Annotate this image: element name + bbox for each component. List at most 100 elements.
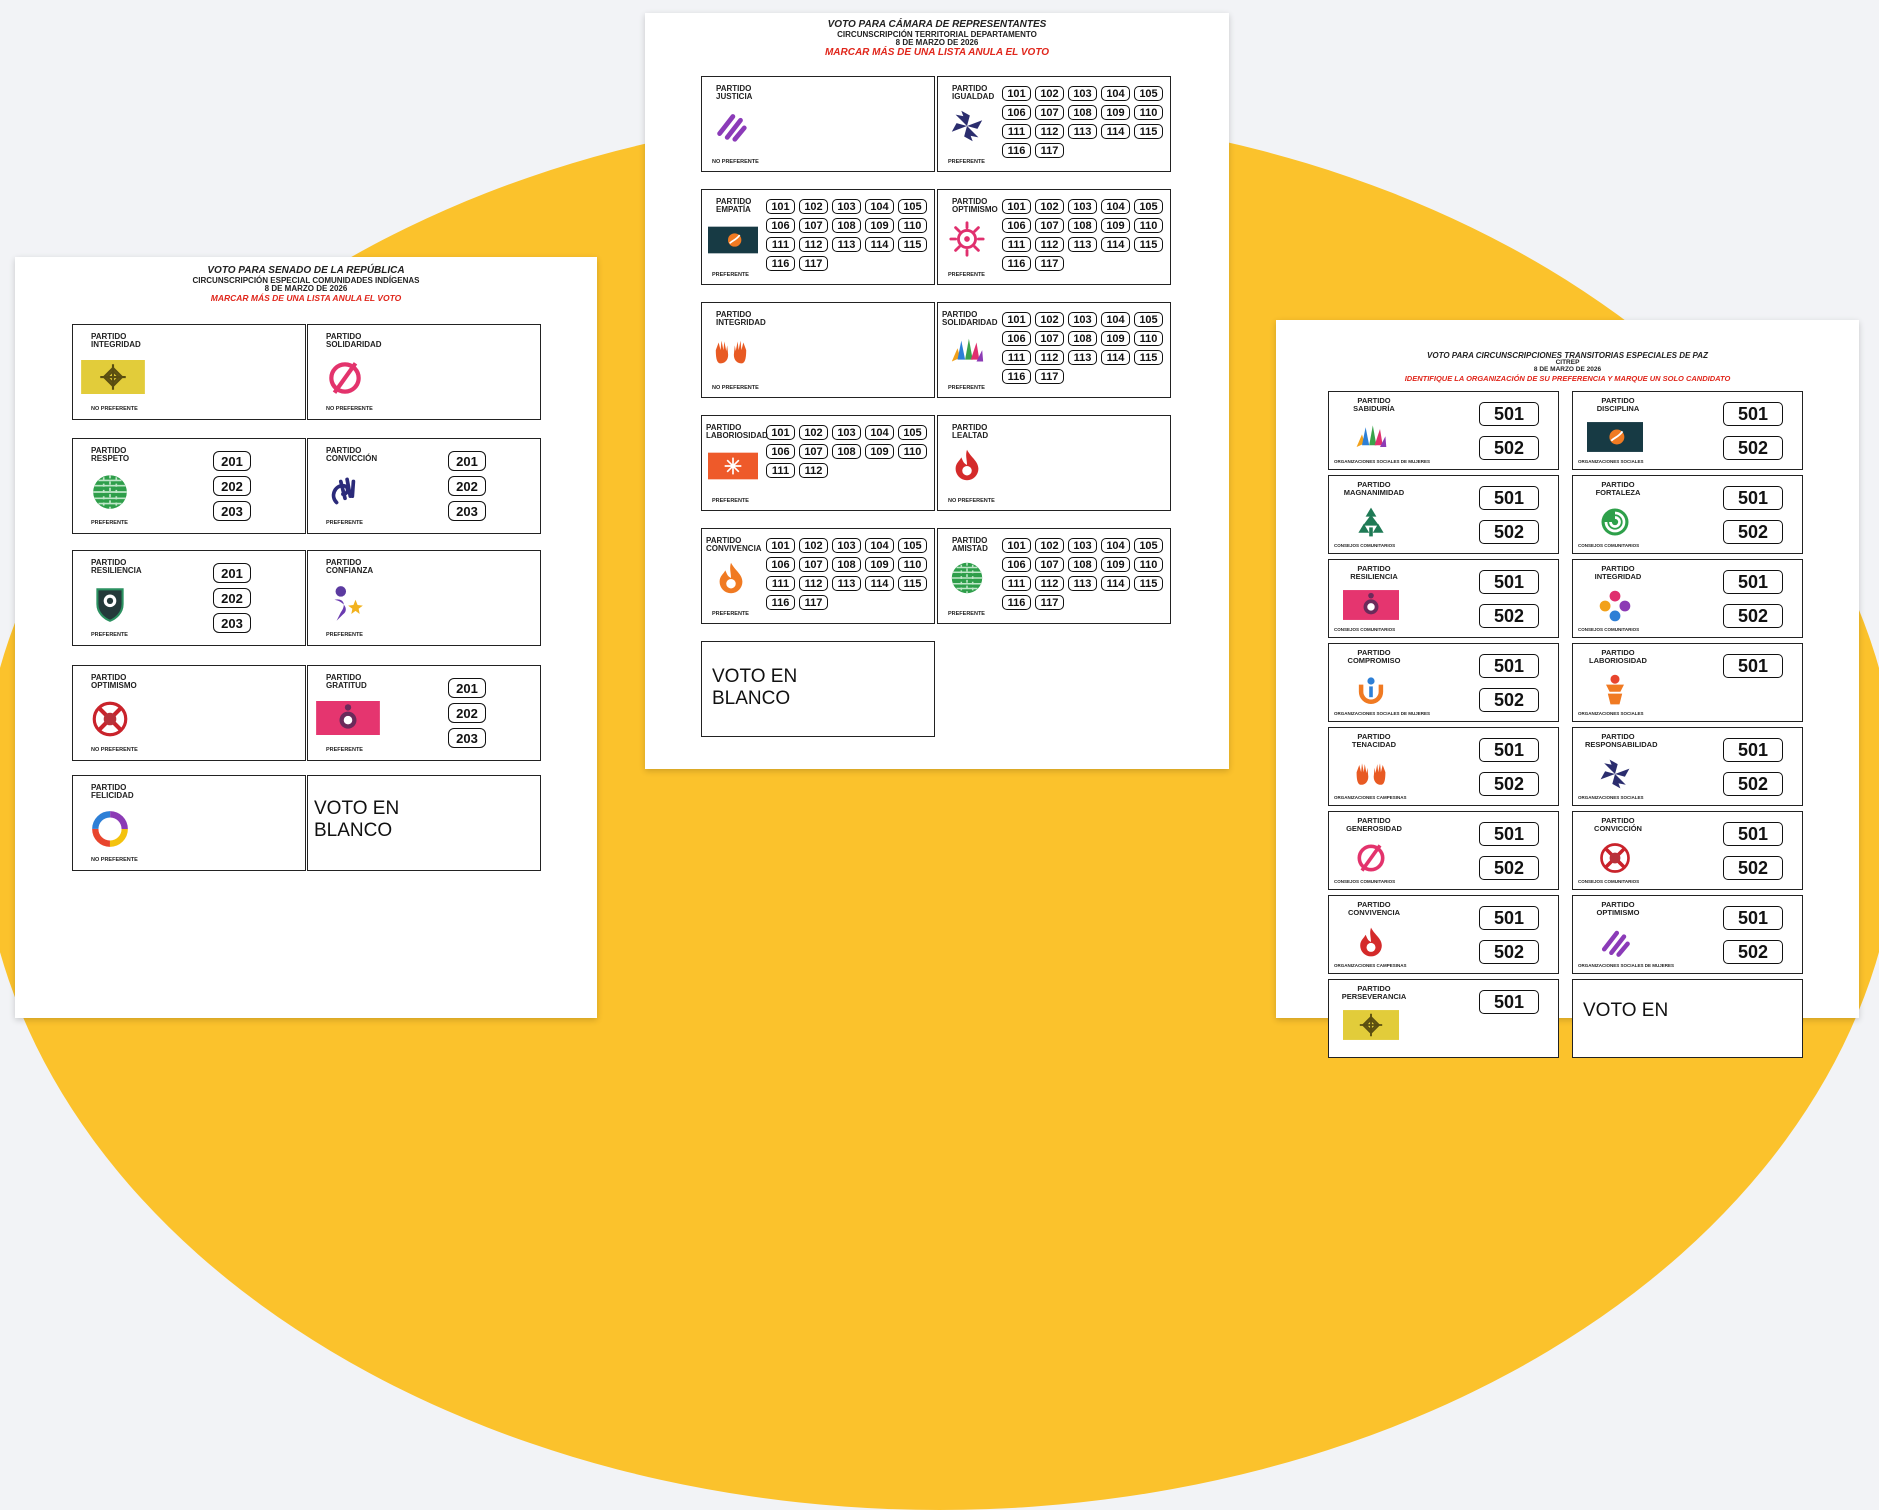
candidate-number[interactable]: 111 (766, 237, 795, 252)
candidate-number[interactable]: 101 (766, 199, 795, 214)
candidate-number[interactable]: 104 (1101, 86, 1130, 101)
candidate-number[interactable]: 105 (898, 425, 927, 440)
candidate-number[interactable]: 108 (832, 557, 861, 572)
candidate-number[interactable]: 115 (1134, 576, 1163, 591)
candidate-number[interactable]: 108 (1068, 105, 1097, 120)
candidate-number[interactable]: 110 (1134, 557, 1163, 572)
candidate-number[interactable]: 203 (448, 501, 486, 521)
candidate-number[interactable]: 104 (1101, 538, 1130, 553)
candidate-number[interactable]: 101 (766, 538, 795, 553)
blank-vote-card[interactable]: VOTO EN (1572, 979, 1803, 1058)
candidate-number[interactable]: 109 (1101, 105, 1130, 120)
candidate-number[interactable]: 117 (799, 595, 828, 610)
candidate-number[interactable]: 115 (1134, 350, 1163, 365)
candidate-number[interactable]: 111 (766, 463, 795, 478)
party-card[interactable]: PARTIDO CONVICCIÓN CONSEJOS COMUNITARIOS 50… (1572, 811, 1803, 890)
candidate-number[interactable]: 104 (1101, 312, 1130, 327)
candidate-number[interactable]: 502 (1479, 436, 1539, 460)
candidate-number[interactable]: 501 (1479, 486, 1539, 510)
candidate-number[interactable]: 501 (1479, 990, 1539, 1014)
party-card[interactable]: PARTIDO EMPATÍA PREFERENTE 101 102 103 104 105 1… (701, 189, 935, 285)
party-card[interactable]: PARTIDO CONVIVENCIA ORGANIZACIONES CAMPESI… (1328, 895, 1559, 974)
candidate-number[interactable]: 502 (1723, 772, 1783, 796)
candidate-number[interactable]: 110 (1134, 105, 1163, 120)
party-card[interactable]: PARTIDO SOLIDARIDAD NO PREFERENTE (307, 324, 541, 420)
candidate-number[interactable]: 106 (1002, 105, 1031, 120)
candidate-number[interactable]: 102 (799, 425, 828, 440)
candidate-number[interactable]: 111 (1002, 350, 1031, 365)
candidate-number[interactable]: 116 (766, 595, 795, 610)
blank-vote-card[interactable]: VOTO EN BLANCO (307, 775, 541, 871)
candidate-number[interactable]: 107 (1035, 331, 1064, 346)
candidate-number[interactable]: 103 (832, 425, 861, 440)
candidate-number[interactable]: 108 (832, 444, 861, 459)
candidate-number[interactable]: 203 (448, 728, 486, 748)
party-card[interactable]: PARTIDO FORTALEZA CONSEJOS COMUNITARIOS 501… (1572, 475, 1803, 554)
candidate-number[interactable]: 109 (1101, 218, 1130, 233)
candidate-number[interactable]: 102 (1035, 86, 1064, 101)
candidate-number[interactable]: 101 (1002, 199, 1031, 214)
party-card[interactable]: PARTIDO CONFIANZA PREFERENTE (307, 550, 541, 646)
candidate-number[interactable]: 502 (1723, 604, 1783, 628)
candidate-number[interactable]: 111 (766, 576, 795, 591)
candidate-number[interactable]: 501 (1479, 402, 1539, 426)
candidate-number[interactable]: 114 (1101, 237, 1130, 252)
candidate-number[interactable]: 104 (865, 425, 894, 440)
party-card[interactable]: PARTIDO LABORIOSIDAD ORGANIZACIONES SOCIAL… (1572, 643, 1803, 722)
candidate-number[interactable]: 201 (448, 678, 486, 698)
candidate-number[interactable]: 107 (1035, 218, 1064, 233)
candidate-number[interactable]: 203 (213, 501, 251, 521)
candidate-number[interactable]: 501 (1723, 654, 1783, 678)
candidate-number[interactable]: 109 (865, 444, 894, 459)
candidate-number[interactable]: 108 (832, 218, 861, 233)
candidate-number[interactable]: 115 (1134, 124, 1163, 139)
candidate-number[interactable]: 101 (1002, 538, 1031, 553)
party-card[interactable]: PARTIDO JUSTICIA NO PREFERENTE (701, 76, 935, 172)
candidate-number[interactable]: 106 (1002, 557, 1031, 572)
candidate-number[interactable]: 103 (1068, 199, 1097, 214)
party-card[interactable]: PARTIDO RESILIENCIA CONSEJOS COMUNITARIOS 5… (1328, 559, 1559, 638)
blank-vote-card[interactable]: VOTO EN BLANCO (701, 641, 935, 737)
candidate-number[interactable]: 502 (1479, 688, 1539, 712)
candidate-number[interactable]: 106 (766, 444, 795, 459)
party-card[interactable]: PARTIDO AMISTAD PREFERENTE 101 102 103 104 105 1… (937, 528, 1171, 624)
party-card[interactable]: PARTIDO CONVICCIÓN PREFERENTE 201 202 203 (307, 438, 541, 534)
candidate-number[interactable]: 106 (766, 557, 795, 572)
candidate-number[interactable]: 502 (1723, 520, 1783, 544)
candidate-number[interactable]: 110 (898, 218, 927, 233)
candidate-number[interactable]: 102 (799, 538, 828, 553)
candidate-number[interactable]: 114 (1101, 124, 1130, 139)
candidate-number[interactable]: 112 (1035, 350, 1064, 365)
candidate-number[interactable]: 501 (1723, 738, 1783, 762)
candidate-number[interactable]: 105 (898, 199, 927, 214)
party-card[interactable]: PARTIDO MAGNANIMIDAD CONSEJOS COMUNITARIOS… (1328, 475, 1559, 554)
candidate-number[interactable]: 111 (1002, 124, 1031, 139)
candidate-number[interactable]: 103 (832, 199, 861, 214)
candidate-number[interactable]: 110 (898, 557, 927, 572)
party-card[interactable]: PARTIDO OPTIMISMO NO PREFERENTE (72, 665, 306, 761)
candidate-number[interactable]: 113 (1068, 237, 1097, 252)
candidate-number[interactable]: 107 (799, 557, 828, 572)
party-card[interactable]: PARTIDO TENACIDAD ORGANIZACIONES CAMPESINA… (1328, 727, 1559, 806)
candidate-number[interactable]: 105 (1134, 86, 1163, 101)
candidate-number[interactable]: 202 (213, 476, 251, 496)
party-card[interactable]: PARTIDO INTEGRIDAD NO PREFERENTE (72, 324, 306, 420)
candidate-number[interactable]: 101 (1002, 312, 1031, 327)
candidate-number[interactable]: 502 (1723, 940, 1783, 964)
candidate-number[interactable]: 502 (1479, 856, 1539, 880)
candidate-number[interactable]: 113 (1068, 124, 1097, 139)
candidate-number[interactable]: 106 (766, 218, 795, 233)
candidate-number[interactable]: 104 (865, 538, 894, 553)
party-card[interactable]: PARTIDO FELICIDAD NO PREFERENTE (72, 775, 306, 871)
party-card[interactable]: PARTIDO INTEGRIDAD CONSEJOS COMUNITARIOS 50… (1572, 559, 1803, 638)
candidate-number[interactable]: 102 (1035, 312, 1064, 327)
candidate-number[interactable]: 501 (1723, 486, 1783, 510)
candidate-number[interactable]: 501 (1479, 906, 1539, 930)
candidate-number[interactable]: 103 (1068, 538, 1097, 553)
candidate-number[interactable]: 113 (1068, 576, 1097, 591)
candidate-number[interactable]: 108 (1068, 218, 1097, 233)
candidate-number[interactable]: 115 (1134, 237, 1163, 252)
candidate-number[interactable]: 112 (1035, 237, 1064, 252)
candidate-number[interactable]: 117 (799, 256, 828, 271)
candidate-number[interactable]: 501 (1479, 654, 1539, 678)
